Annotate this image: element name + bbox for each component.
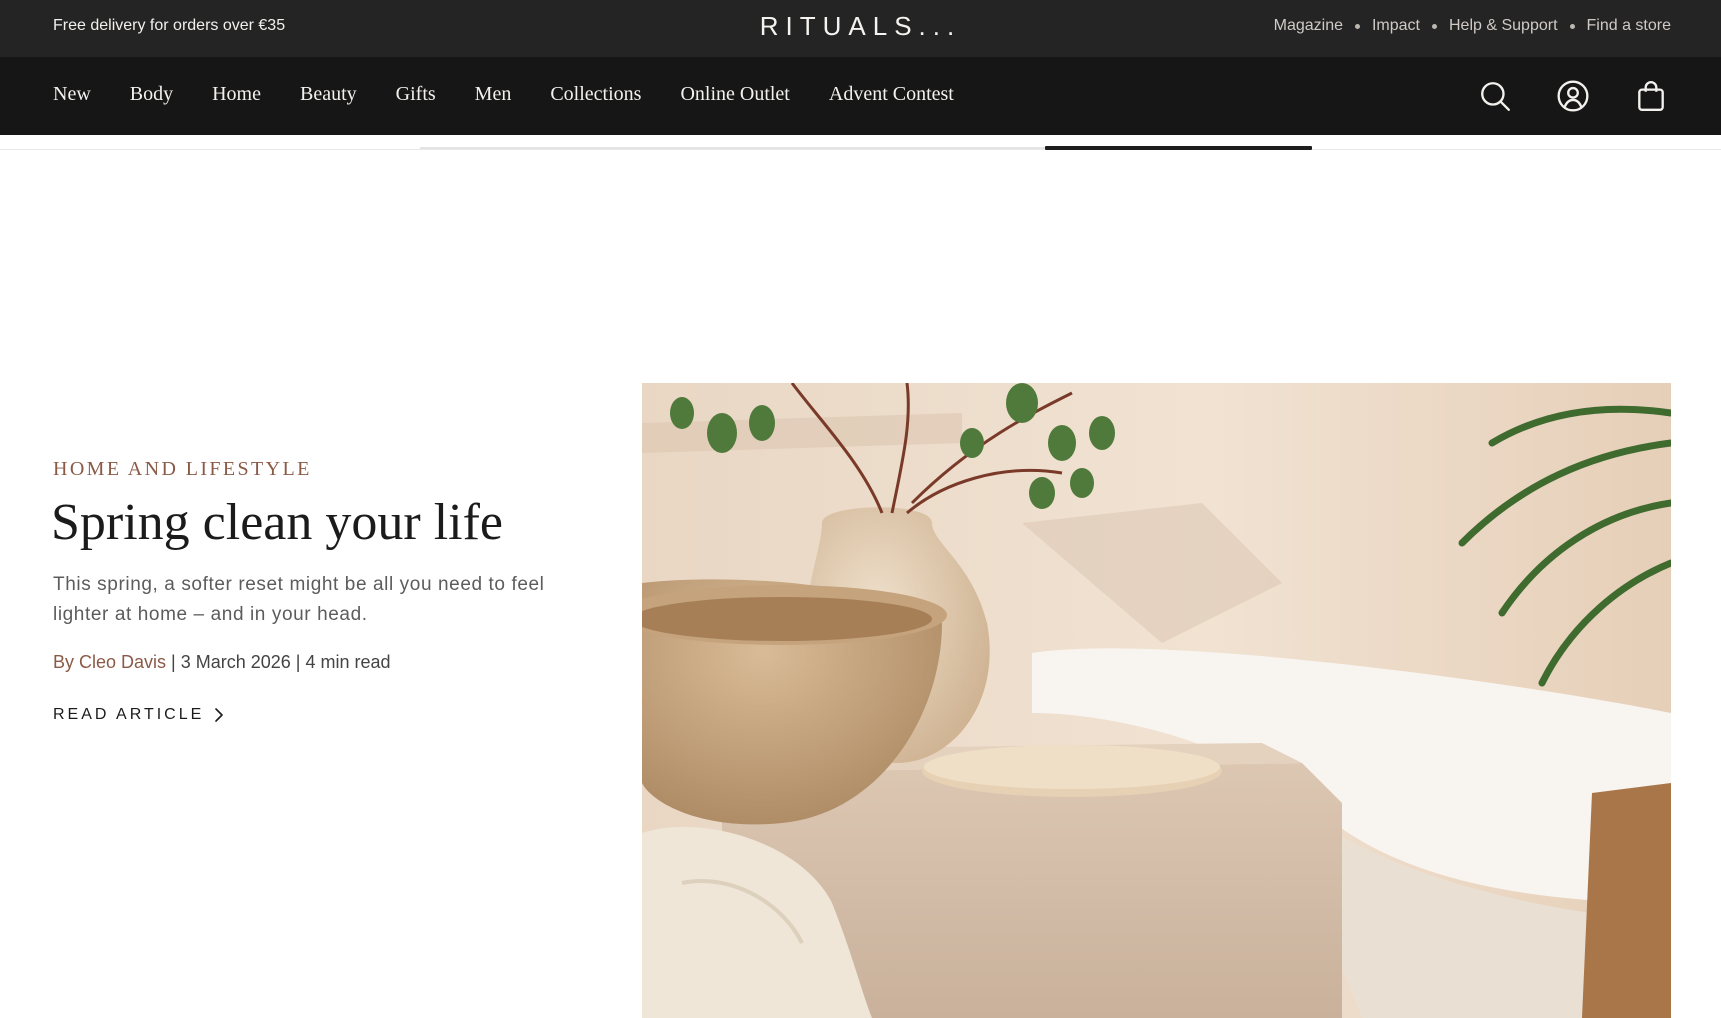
article-teaser: HOME AND LIFESTYLE Spring clean your lif… [0, 150, 1721, 1018]
article-description: This spring, a softer reset might be all… [53, 574, 545, 625]
nav-item-online-outlet[interactable]: Online Outlet [680, 83, 789, 106]
separator-dot [1432, 23, 1437, 29]
nav-item-new[interactable]: New [53, 83, 91, 106]
nav-icons [1437, 76, 1671, 116]
article-date-readtime: | 3 March 2026 | 4 min read [166, 652, 391, 672]
nav-item-collections[interactable]: Collections [550, 83, 641, 106]
nav-item-beauty[interactable]: Beauty [300, 83, 357, 106]
separator-dot [1354, 23, 1360, 29]
article-category[interactable]: HOME AND LIFESTYLE [53, 458, 312, 481]
utility-links: Magazine Impact Help & Support Find a st… [1274, 17, 1671, 35]
nav-item-home[interactable]: Home [212, 83, 261, 106]
magazine-link[interactable]: Magazine [1274, 17, 1343, 35]
account-icon[interactable] [1553, 76, 1593, 116]
top-bar: Free delivery for orders over €35 RITUAL… [0, 0, 1721, 57]
nav-item-advent-contest[interactable]: Advent Contest [829, 83, 954, 106]
separator-dot [1569, 23, 1575, 29]
main-nav: New Body Home Beauty Gifts Men Collectio… [0, 57, 1721, 135]
nav-item-body[interactable]: Body [130, 83, 173, 106]
article-meta: By Cleo Davis | 3 March 2026 | 4 min rea… [53, 652, 391, 673]
read-article-button[interactable]: READ ARTICLE [53, 706, 224, 724]
article-author[interactable]: By Cleo Davis [53, 652, 166, 672]
article-hero-image[interactable] [642, 383, 1671, 1018]
nav-menu: New Body Home Beauty Gifts Men Collectio… [53, 83, 993, 106]
nav-item-men[interactable]: Men [475, 83, 512, 106]
read-article-label: READ ARTICLE [53, 706, 205, 723]
help-support-link[interactable]: Help & Support [1449, 17, 1558, 35]
impact-link[interactable]: Impact [1372, 17, 1420, 35]
nav-item-gifts[interactable]: Gifts [396, 83, 436, 106]
search-icon[interactable] [1475, 76, 1515, 116]
chevron-right-icon [215, 708, 224, 722]
article-title[interactable]: Spring clean your life [51, 493, 503, 552]
find-store-link[interactable]: Find a store [1587, 17, 1671, 35]
bag-icon[interactable] [1631, 76, 1671, 116]
